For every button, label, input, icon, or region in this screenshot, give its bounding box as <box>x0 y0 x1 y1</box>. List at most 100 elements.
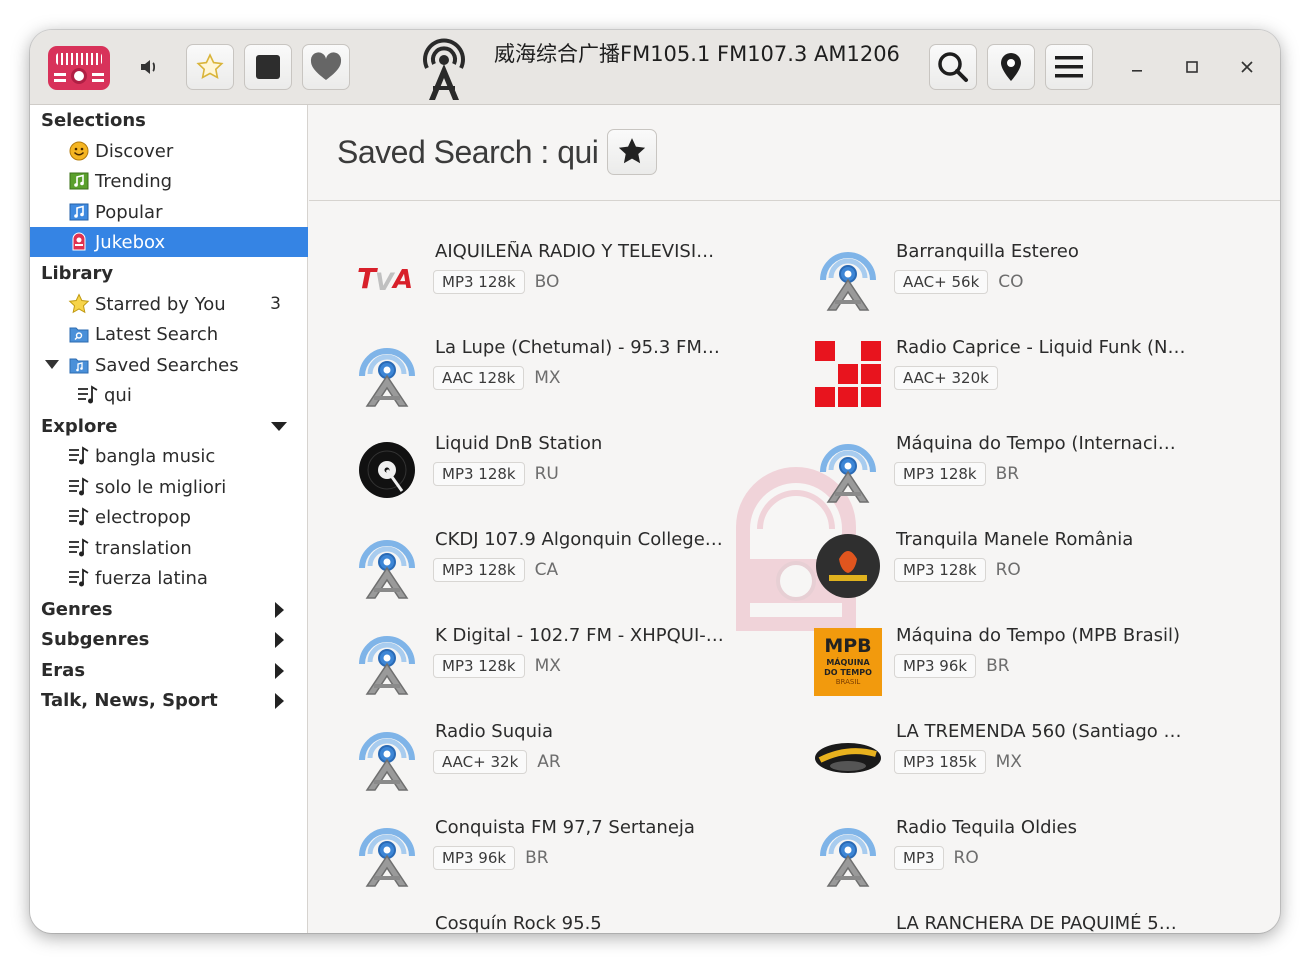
country-code: MX <box>995 752 1022 772</box>
sidebar-item-latest-search[interactable]: Latest Search <box>30 319 308 349</box>
station-tags: MP3 128k BR <box>894 462 1019 486</box>
sidebar-header-genres[interactable]: Genres <box>30 594 308 624</box>
playlist-icon <box>77 384 99 406</box>
maximize-button[interactable] <box>1177 52 1207 82</box>
codec-badge: MP3 128k <box>433 558 525 582</box>
starred-count: 3 <box>270 294 281 314</box>
star-filled-icon <box>618 138 646 164</box>
sidebar-header-eras[interactable]: Eras <box>30 655 308 685</box>
sidebar-item-explore[interactable]: solo le migliori <box>30 472 308 502</box>
favorite-button[interactable] <box>302 44 350 90</box>
station-item[interactable]: Máquina do Tempo (Internacio… MP3 128k BR <box>814 430 1254 510</box>
sidebar-header-selections: Selections <box>41 109 146 131</box>
antenna-logo <box>814 436 882 504</box>
station-name: Radio Tequila Oldies <box>896 817 1077 838</box>
expander-right-icon[interactable] <box>274 601 286 619</box>
sidebar-item-explore[interactable]: fuerza latina <box>30 563 308 593</box>
jukebox-icon <box>68 231 90 253</box>
sidebar-item-qui[interactable]: qui <box>30 380 308 410</box>
star-outline-icon <box>196 53 224 80</box>
sidebar-item-explore[interactable]: electropop <box>30 502 308 532</box>
expander-down-icon[interactable] <box>270 421 288 433</box>
sidebar-item-saved-searches[interactable]: Saved Searches <box>30 350 308 380</box>
station-tags: MP3 96k BR <box>433 846 549 870</box>
station-tags: AAC 128k MX <box>433 366 561 390</box>
sidebar-header-talk-news-sport[interactable]: Talk, News, Sport <box>30 685 308 715</box>
search-button[interactable] <box>929 44 977 90</box>
mpb-logo: MPB MÁQUINA DO TEMPO BRASIL <box>814 628 882 696</box>
expander-down-icon[interactable] <box>44 359 60 371</box>
expander-right-icon[interactable] <box>274 692 286 710</box>
menu-button[interactable] <box>1045 44 1093 90</box>
svg-text:MÁQUINA: MÁQUINA <box>826 656 870 667</box>
station-item[interactable]: Tranquila Manele România MP3 128k RO <box>814 526 1254 606</box>
stop-button[interactable] <box>244 44 292 90</box>
station-item[interactable]: LA TREMENDA 560 (Santiago … MP3 185k MX <box>814 718 1254 798</box>
codec-badge: AAC+ 32k <box>433 750 528 774</box>
sidebar-header-subgenres[interactable]: Subgenres <box>30 624 308 654</box>
station-name: Tranquila Manele România <box>896 529 1134 550</box>
expander-right-icon[interactable] <box>274 631 286 649</box>
station-name: Liquid DnB Station <box>435 433 603 454</box>
search-folder-icon <box>68 323 90 345</box>
station-item[interactable]: Radio Tequila Oldies MP3 RO <box>814 814 1254 894</box>
star-button[interactable] <box>186 44 234 90</box>
station-tags: MP3 128k BO <box>433 270 559 294</box>
station-item[interactable]: Radio Suquia AAC+ 32k AR <box>353 718 793 798</box>
station-name: Cosquín Rock 95.5 <box>435 913 602 933</box>
antenna-logo <box>814 244 882 312</box>
sidebar-item-discover[interactable]: Discover <box>30 136 308 166</box>
country-code: RO <box>953 848 979 868</box>
sidebar-item-starred[interactable]: Starred by You 3 <box>30 289 308 319</box>
country-code: RO <box>995 560 1021 580</box>
station-name: AIQUILEÑA RADIO Y TELEVISI… <box>435 241 715 262</box>
station-tags: AAC+ 32k AR <box>433 750 561 774</box>
main-content: Saved Search : qui T V A AIQUILEÑA RADIO Y … <box>309 105 1280 933</box>
minimize-button[interactable] <box>1122 52 1152 82</box>
station-item[interactable]: CKDJ 107.9 Algonquin College… MP3 128k CA <box>353 526 793 606</box>
station-item[interactable]: Radio Caprice - Liquid Funk (No… AAC+ 320… <box>814 334 1254 414</box>
app-window: 威海综合广播FM105.1 FM107.3 AM1206 Selections … <box>30 30 1280 933</box>
sidebar-item-popular[interactable]: Popular <box>30 197 308 227</box>
country-code: CO <box>998 272 1024 292</box>
station-name: LA RANCHERA DE PAQUIMÉ 5… <box>896 913 1177 933</box>
codec-badge: AAC+ 56k <box>894 270 989 294</box>
station-item[interactable]: MPB MÁQUINA DO TEMPO BRASIL Máquina do Tempo… <box>814 622 1254 702</box>
smiley-icon <box>68 140 90 162</box>
station-item[interactable]: Barranquilla Estereo AAC+ 56k CO <box>814 238 1254 318</box>
sidebar-item-trending[interactable]: Trending <box>30 166 308 196</box>
station-item[interactable]: LA RANCHERA DE PAQUIMÉ 5… <box>814 910 1254 933</box>
codec-badge: MP3 128k <box>894 558 986 582</box>
antenna-logo <box>353 724 421 792</box>
antenna-logo <box>353 340 421 408</box>
station-item[interactable]: Cosquín Rock 95.5 <box>353 910 793 933</box>
sidebar-header-explore[interactable]: Explore <box>30 411 308 441</box>
station-name: Máquina do Tempo (MPB Brasil) <box>896 625 1181 646</box>
star-search-button[interactable] <box>607 129 657 175</box>
speaker-icon[interactable] <box>134 52 164 82</box>
playlist-icon <box>68 506 90 528</box>
sidebar-header-library: Library <box>41 262 114 284</box>
radio-app-icon[interactable] <box>48 46 110 90</box>
sidebar-item-explore[interactable]: bangla music <box>30 441 308 471</box>
station-item[interactable]: La Lupe (Chetumal) - 95.3 FM - … AAC 128k… <box>353 334 793 414</box>
manele-logo <box>814 532 882 600</box>
search-icon <box>938 52 968 82</box>
station-item[interactable]: T V A AIQUILEÑA RADIO Y TELEVISI… MP3 128k BO <box>353 238 793 318</box>
location-button[interactable] <box>987 44 1035 90</box>
station-item[interactable]: Liquid DnB Station MP3 128k RU <box>353 430 793 510</box>
station-name: K Digital - 102.7 FM - XHPQUI-F… <box>435 625 725 646</box>
codec-badge: MP3 96k <box>894 654 977 678</box>
sidebar-item-jukebox[interactable]: Jukebox <box>30 227 308 257</box>
expander-right-icon[interactable] <box>274 662 286 680</box>
station-item[interactable]: K Digital - 102.7 FM - XHPQUI-F… MP3 128k… <box>353 622 793 702</box>
station-item[interactable]: Conquista FM 97,7 Sertaneja MP3 96k BR <box>353 814 793 894</box>
country-code: RU <box>534 464 559 484</box>
close-button[interactable] <box>1232 52 1262 82</box>
codec-badge: MP3 128k <box>433 654 525 678</box>
tva-logo: TVA <box>353 244 421 312</box>
main-header: Saved Search : qui <box>309 105 1280 201</box>
station-tags: MP3 128k RO <box>894 558 1021 582</box>
station-name: Conquista FM 97,7 Sertaneja <box>435 817 695 838</box>
sidebar-item-explore[interactable]: translation <box>30 533 308 563</box>
